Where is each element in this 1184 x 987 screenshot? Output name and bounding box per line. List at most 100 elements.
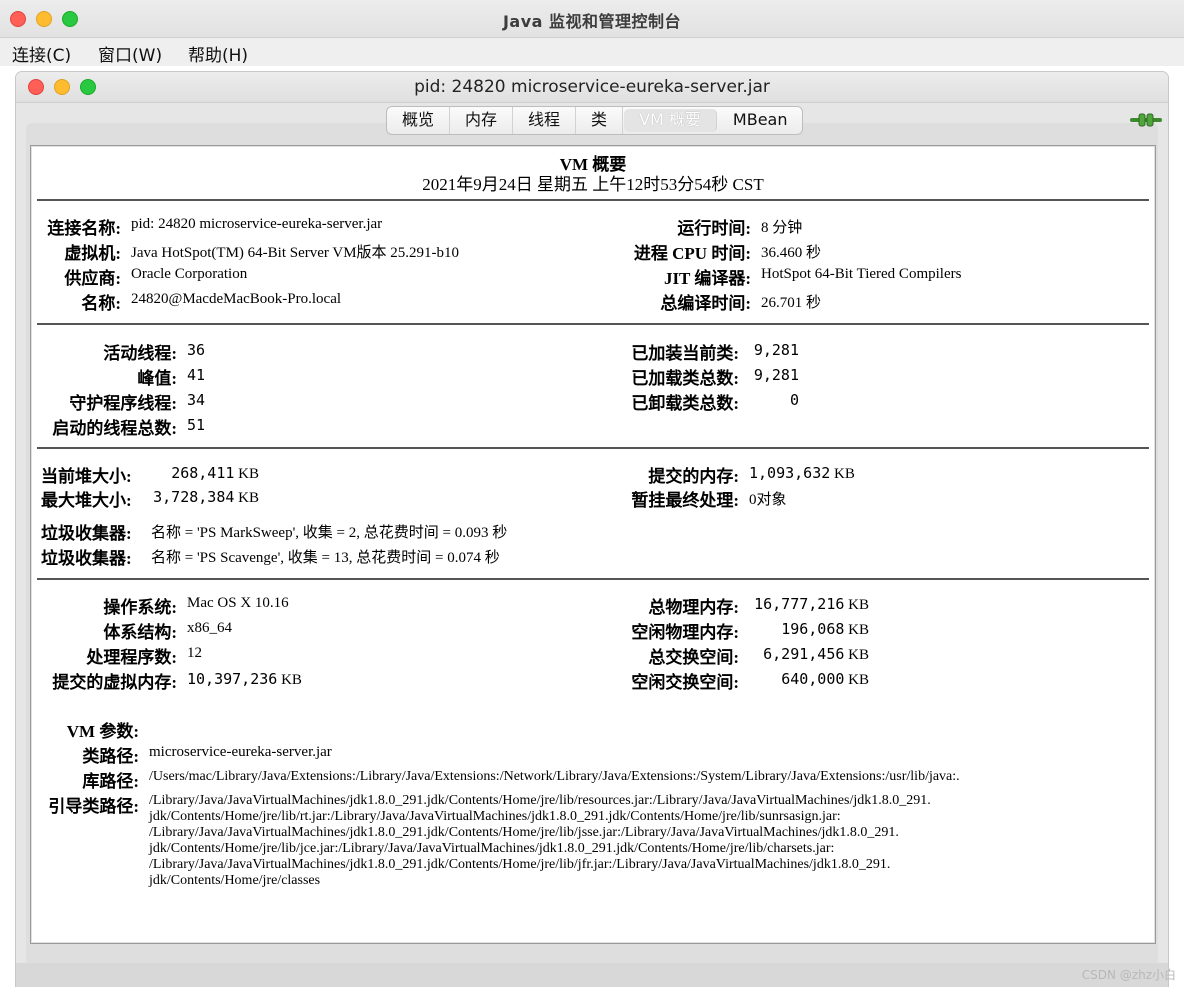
vendor-label: 供应商: (64, 269, 121, 288)
max-heap-field: 3,728,384 KB (149, 488, 259, 507)
name-value: 24820@MacdeMacBook-Pro.local (131, 291, 342, 307)
total-physical-memory-label: 总物理内存: (648, 598, 739, 617)
loaded-classes-value: 9,281 (753, 341, 799, 359)
menu-help[interactable]: 帮助(H) (188, 41, 248, 66)
cpu-time-label: 进程 CPU 时间: (633, 244, 751, 263)
arch-value: x86_64 (187, 620, 232, 636)
total-loaded-value: 9,281 (753, 366, 799, 384)
committed-memory-value: 1,093,632 (749, 464, 831, 482)
processors-label: 处理程序数: (86, 648, 177, 667)
free-swap-value: 640,000 (781, 670, 845, 688)
total-swap-label: 总交换空间: (648, 648, 739, 667)
library-path-label: 库路径: (82, 772, 139, 791)
peak-threads-value: 41 (187, 366, 206, 384)
free-swap-label: 空闲交换空间: (631, 673, 739, 692)
gc-scavenge-value: 名称 = 'PS Scavenge', 收集 = 13, 总花费时间 = 0.0… (151, 550, 500, 566)
heap-size-value: 268,411 (171, 464, 235, 482)
tab-overview[interactable]: 概览 (387, 107, 451, 134)
started-threads-label: 启动的线程总数: (52, 419, 177, 438)
vm-value: Java HotSpot(TM) 64-Bit Server VM版本 25.2… (131, 245, 460, 261)
connection-status-icon[interactable] (1130, 112, 1162, 128)
boot-classpath-line: /Library/Java/JavaVirtualMachines/jdk1.8… (149, 825, 899, 840)
divider (37, 323, 1149, 325)
boot-classpath-line: /Library/Java/JavaVirtualMachines/jdk1.8… (149, 857, 891, 872)
free-swap-unit: KB (848, 672, 869, 688)
daemon-threads-value: 34 (187, 391, 206, 409)
boot-classpath-line: jdk/Contents/Home/jre/lib/rt.jar:/Librar… (149, 809, 841, 824)
cpu-time-value: 36.460 秒 (761, 245, 822, 261)
divider (37, 199, 1149, 201)
free-physical-memory-field: 196,068 KB (749, 620, 869, 639)
tab-classes[interactable]: 类 (576, 107, 624, 134)
divider (37, 447, 1149, 449)
connection-title: pid: 24820 microservice-eureka-server.ja… (414, 77, 770, 97)
divider (37, 578, 1149, 580)
arch-label: 体系结构: (103, 623, 177, 642)
vendor-value: Oracle Corporation (131, 266, 248, 282)
committed-memory-unit: KB (834, 466, 855, 482)
total-swap-value: 6,291,456 (763, 645, 845, 663)
virtual-memory-field: 10,397,236 KB (187, 670, 302, 689)
name-label: 名称: (81, 294, 121, 313)
tab-threads[interactable]: 线程 (513, 107, 577, 134)
unloaded-classes-value: 0 (789, 391, 799, 409)
total-physical-memory-field: 16,777,216 KB (749, 595, 869, 614)
tab-mbean[interactable]: MBean (718, 107, 803, 134)
os-value: Mac OS X 10.16 (187, 595, 289, 611)
heap-size-unit: KB (238, 466, 259, 482)
gc-marksweep-value: 名称 = 'PS MarkSweep', 收集 = 2, 总花费时间 = 0.0… (151, 525, 508, 541)
app-title: Java 监视和管理控制台 (502, 12, 682, 31)
live-threads-label: 活动线程: (103, 344, 177, 363)
jit-value: HotSpot 64-Bit Tiered Compilers (761, 266, 962, 282)
classpath-label: 类路径: (82, 747, 139, 766)
total-physical-memory-value: 16,777,216 (754, 595, 845, 613)
free-physical-memory-label: 空闲物理内存: (631, 623, 739, 642)
connection-titlebar: pid: 24820 microservice-eureka-server.ja… (16, 72, 1168, 103)
loaded-classes-label: 已加装当前类: (631, 344, 739, 363)
total-swap-field: 6,291,456 KB (749, 645, 869, 664)
tab-memory[interactable]: 内存 (450, 107, 514, 134)
menu-connection[interactable]: 连接(C) (12, 41, 71, 66)
app-titlebar: Java 监视和管理控制台 (0, 0, 1184, 38)
boot-classpath-label: 引导类路径: (48, 797, 139, 816)
processors-value: 12 (187, 645, 202, 661)
live-threads-value: 36 (187, 341, 206, 359)
watermark: CSDN @zhz小白 (1081, 968, 1176, 982)
uptime-value: 8 分钟 (761, 220, 803, 236)
gc-label: 垃圾收集器: (41, 549, 132, 568)
uptime-label: 运行时间: (677, 219, 751, 238)
compile-time-value: 26.701 秒 (761, 295, 822, 311)
os-label: 操作系统: (103, 598, 177, 617)
boot-classpath-line: /Library/Java/JavaVirtualMachines/jdk1.8… (149, 793, 931, 808)
total-swap-unit: KB (848, 647, 869, 663)
heap-size-label: 当前堆大小: (41, 467, 132, 486)
jit-label: JIT 编译器: (663, 269, 751, 288)
boot-classpath-line: jdk/Contents/Home/jre/lib/jce.jar:/Libra… (149, 841, 835, 856)
committed-memory-field: 1,093,632 KB (749, 464, 855, 483)
unloaded-classes-label: 已卸载类总数: (631, 394, 739, 413)
boot-classpath-line: jdk/Contents/Home/jre/classes (149, 873, 321, 888)
peak-threads-label: 峰值: (137, 369, 177, 388)
virtual-memory-unit: KB (281, 672, 302, 688)
tab-bar: 概览 内存 线程 类 VM 概要 MBean (386, 106, 804, 135)
menu-bar: 连接(C) 窗口(W) 帮助(H) (0, 38, 1184, 66)
menu-window[interactable]: 窗口(W) (98, 41, 162, 66)
vm-label: 虚拟机: (64, 244, 121, 263)
connection-name-value: pid: 24820 microservice-eureka-server.ja… (131, 216, 383, 232)
compile-time-label: 总编译时间: (660, 294, 751, 313)
vm-arguments-label: VM 参数: (66, 722, 139, 741)
free-physical-memory-unit: KB (848, 622, 869, 638)
max-heap-unit: KB (238, 490, 259, 506)
boot-classpath-value: /Library/Java/JavaVirtualMachines/jdk1.8… (149, 793, 931, 889)
classpath-value: microservice-eureka-server.jar (149, 744, 332, 760)
daemon-threads-label: 守护程序线程: (69, 394, 177, 413)
library-path-value: /Users/mac/Library/Java/Extensions:/Libr… (149, 769, 960, 784)
committed-memory-label: 提交的内存: (648, 467, 739, 486)
tab-vm-summary[interactable]: VM 概要 (624, 109, 717, 132)
pending-finalization-value: 0对象 (749, 492, 787, 508)
summary-datetime: 2021年9月24日 星期五 上午12时53分54秒 CST (422, 175, 764, 194)
pending-finalization-label: 暂挂最终处理: (631, 491, 739, 510)
free-swap-field: 640,000 KB (749, 670, 869, 689)
total-loaded-label: 已加载类总数: (631, 369, 739, 388)
virtual-memory-label: 提交的虚拟内存: (52, 673, 177, 692)
